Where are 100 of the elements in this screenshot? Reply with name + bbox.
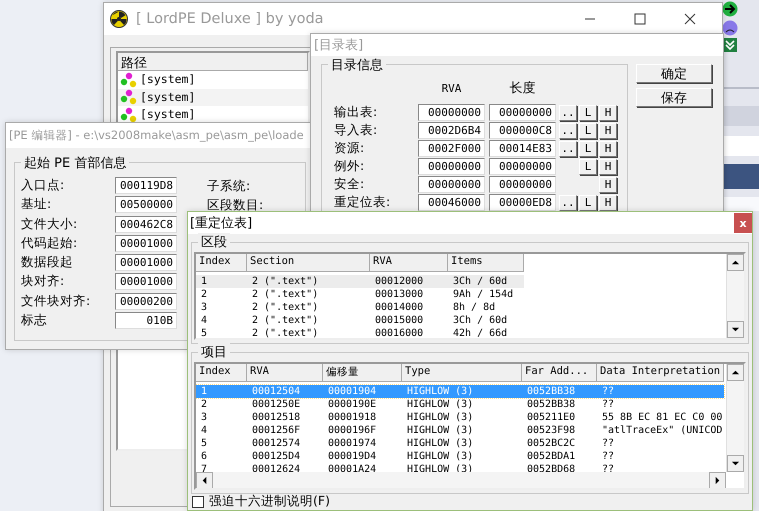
table-cell-text: 000125D4 [251, 450, 302, 463]
table-cell-text: 2 [200, 398, 208, 411]
dialog-button[interactable]: 保存 [636, 88, 712, 107]
table-cell-text: 0000196F [327, 424, 378, 437]
size-field[interactable]: 00000000 [489, 176, 556, 193]
scroll-down-icon[interactable] [727, 321, 744, 338]
column-header[interactable]: RVA [247, 364, 323, 382]
rva-field[interactable]: 0002D6B4 [418, 122, 485, 139]
maximize-icon[interactable] [634, 13, 646, 25]
column-header[interactable]: Type [402, 364, 522, 382]
size-field[interactable]: 00014E83 [489, 140, 556, 157]
value-field[interactable]: 00000200 [115, 292, 177, 310]
size-field[interactable]: 00000000 [489, 104, 556, 121]
table-cell-text: 2 [200, 288, 208, 301]
checkbox[interactable] [192, 496, 204, 508]
rva-field[interactable]: 00000000 [418, 104, 485, 121]
scrollbar[interactable] [726, 254, 744, 338]
table-row[interactable]: 4 0001256F 0000196F HIGHLOW (3) 00523F98 "atlTraceEx" (UNICOD [196, 424, 724, 437]
field-label: 输出表: [334, 104, 378, 121]
value-field[interactable]: 00001000 [115, 273, 177, 290]
table-cell-text: 7 [200, 463, 208, 476]
column-header[interactable]: Index [196, 364, 247, 382]
row-button[interactable]: H [599, 140, 617, 156]
table-row[interactable]: 2 0001250E 0000190E HIGHLOW (3) 0052BB38 ?? [196, 398, 724, 411]
scroll-up-icon[interactable] [727, 254, 744, 271]
column-header[interactable]: Items [448, 254, 524, 272]
row-button[interactable]: H [599, 122, 617, 138]
list-item[interactable]: [system] [140, 73, 196, 86]
scroll-down-icon[interactable] [727, 455, 744, 472]
table-row[interactable]: 3 2 (".text") 00014000 8h / 8d [196, 301, 524, 314]
table-cell-text: 1 [200, 275, 208, 288]
table-cell-text: 0052BDA1 [526, 450, 576, 463]
table-cell-text: 00013000 [374, 288, 424, 301]
dialog-button[interactable]: 确定 [636, 64, 712, 83]
row-button[interactable]: L [579, 194, 597, 210]
value-field[interactable]: 00001000 [115, 254, 177, 272]
close-button[interactable]: x [734, 213, 752, 233]
field-label: 例外: [334, 158, 366, 175]
scroll-up-icon[interactable] [727, 364, 744, 381]
rva-field[interactable]: 00000000 [418, 158, 485, 175]
scroll-right-icon[interactable] [709, 472, 726, 488]
checkbox-label[interactable]: 强迫十六进制说明(F) [209, 493, 330, 510]
row-button[interactable]: L [579, 104, 597, 120]
table-cell-text: HIGHLOW (3) [406, 424, 474, 437]
row-button[interactable]: .. [559, 140, 577, 156]
size-field[interactable]: 00000000 [489, 158, 556, 175]
column-header[interactable]: Far Add... [522, 364, 597, 382]
row-button[interactable]: L [579, 158, 597, 174]
rva-field[interactable]: 00000000 [418, 176, 485, 193]
table-row[interactable]: 5 00012574 00001974 HIGHLOW (3) 0052BC2C ?? [196, 437, 724, 450]
table-cell-text: 0000190E [327, 398, 378, 411]
table-cell-text: 00001918 [327, 411, 378, 424]
table-row[interactable]: 6 000125D4 000019D4 HIGHLOW (3) 0052BDA1 ?? [196, 450, 724, 463]
row-button[interactable]: H [599, 176, 617, 192]
field-label: 入口点: [21, 177, 66, 194]
node-icon [120, 72, 138, 88]
rva-field[interactable]: 00046000 [418, 194, 485, 211]
arrow-icon[interactable] [722, 1, 738, 17]
column-header[interactable]: Data Interpretation [597, 364, 724, 382]
field-label: 数据段起 [21, 254, 74, 272]
row-button[interactable]: L [579, 122, 597, 138]
emoticon-icon[interactable] [722, 20, 738, 36]
size-field[interactable]: 000000C8 [489, 122, 556, 139]
table-cell-text: ?? [601, 437, 616, 450]
row-button[interactable]: .. [559, 122, 577, 138]
row-button[interactable]: .. [559, 104, 577, 120]
value-field[interactable]: 000119D8 [115, 177, 177, 194]
scroll-left-icon[interactable] [196, 472, 213, 488]
row-button[interactable]: .. [559, 194, 577, 210]
table-cell-text: 4 [200, 314, 208, 327]
row-button[interactable]: H [599, 194, 617, 210]
value-field[interactable]: 000462C8 [115, 216, 177, 233]
group-title: 目录信息 [328, 56, 386, 74]
column-header[interactable]: Index [196, 254, 247, 272]
close-icon[interactable] [684, 13, 696, 25]
table-row[interactable]: 1 2 (".text") 00012000 3Ch / 60d [196, 275, 524, 288]
table-row[interactable]: 2 2 (".text") 00013000 9Ah / 154d [196, 288, 524, 301]
check-icon[interactable] [723, 38, 737, 52]
scrollbar[interactable] [726, 364, 744, 472]
column-header[interactable]: 路径 [118, 53, 308, 71]
field-label: 子系统: [207, 179, 252, 192]
row-button[interactable]: H [599, 158, 617, 174]
column-header[interactable]: 偏移量 [323, 364, 402, 382]
list-item[interactable]: [system] [140, 108, 196, 122]
row-button[interactable]: H [599, 104, 617, 120]
value-field[interactable]: 00001000 [115, 234, 177, 252]
size-field[interactable]: 00000ED8 [489, 194, 556, 211]
value-field[interactable]: 00500000 [115, 196, 177, 214]
row-button[interactable]: L [579, 140, 597, 156]
table-row[interactable]: 3 00012518 00001918 HIGHLOW (3) 005211E0 55 8B EC 81 EC C0 00 [196, 411, 724, 424]
table-cell-text: 00016000 [374, 327, 424, 338]
table-row[interactable]: 4 2 (".text") 00015000 3Ch / 60d [196, 314, 524, 327]
rva-field[interactable]: 0002F000 [418, 140, 485, 157]
window-title: [重定位表] [190, 215, 252, 232]
table-cell-text: 0001250E [251, 398, 302, 411]
horizontal-scrollbar[interactable] [196, 472, 726, 488]
column-header[interactable]: RVA [370, 254, 448, 272]
column-header[interactable]: Section [247, 254, 370, 272]
table-row[interactable]: 5 2 (".text") 00016000 42h / 66d [196, 327, 524, 338]
value-field[interactable]: 010B [115, 312, 177, 330]
